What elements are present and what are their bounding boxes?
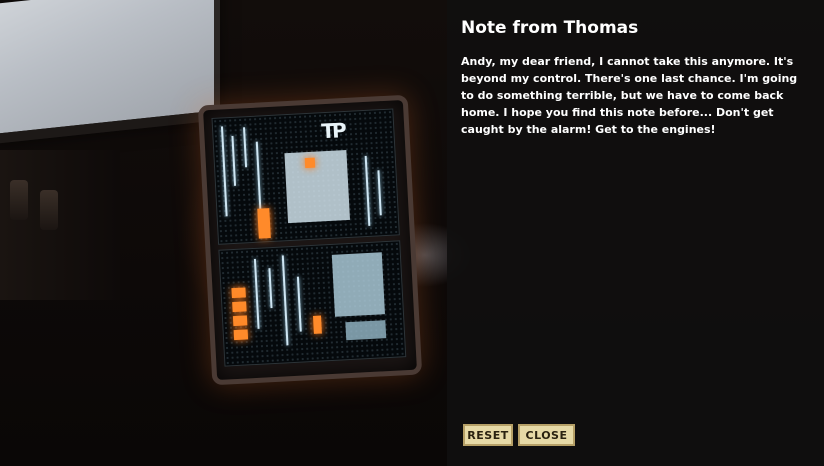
wall-machinery <box>0 150 120 300</box>
screen-line <box>364 155 371 226</box>
reset-button[interactable]: RESET <box>463 424 513 446</box>
amber-indicator <box>231 287 246 299</box>
screen-image-box <box>331 252 385 317</box>
wall-bolt <box>10 180 28 220</box>
close-button[interactable]: CLOSE <box>518 424 575 446</box>
screen-line <box>231 135 237 186</box>
panel-screen-top: TP <box>211 108 400 245</box>
wall-control-panel: TP <box>197 94 423 386</box>
wall-bolt <box>40 190 58 230</box>
note-title: Note from Thomas <box>461 18 639 38</box>
amber-indicator <box>233 329 249 341</box>
screen-line <box>220 126 228 217</box>
screen-line <box>243 127 248 168</box>
amber-indicator <box>312 315 322 334</box>
screen-line <box>253 258 260 329</box>
screen-line <box>281 255 289 346</box>
screen-image-box <box>284 149 351 224</box>
screen-image-box <box>345 320 387 341</box>
panel-logo: TP <box>320 118 345 144</box>
screen-line <box>268 268 273 309</box>
panel-screen-bottom <box>218 240 407 367</box>
amber-indicator <box>304 157 316 169</box>
screen-line <box>296 276 302 332</box>
note-body-text: Andy, my dear friend, I cannot take this… <box>461 55 798 136</box>
screen-line <box>377 170 382 216</box>
amber-indicator <box>232 301 247 313</box>
amber-indicator <box>257 208 271 239</box>
ship-window <box>0 0 220 144</box>
amber-indicator <box>232 315 248 327</box>
